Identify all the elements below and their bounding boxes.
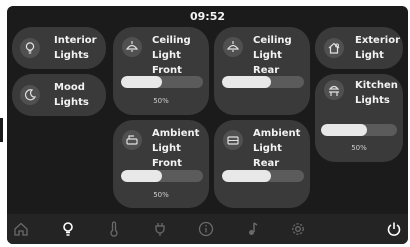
tile-label-line1: Interior (54, 35, 97, 46)
home-icon[interactable] (12, 220, 30, 238)
brightness-slider[interactable] (222, 76, 304, 88)
status-time: 09:52 (189, 10, 225, 23)
tile-label-line1: Kitchen (355, 80, 398, 91)
tile-label-line2: Lights (54, 97, 89, 108)
percent-label: 50% (153, 97, 169, 105)
tile-label-line2: Lights (54, 50, 89, 61)
percent-label: 50% (153, 191, 169, 199)
tile-label-line2: Light Rear (253, 143, 282, 169)
tile-label: Ceiling Light Rear (253, 33, 310, 78)
tile-label-line1: Ceiling (152, 35, 191, 46)
slider-fill (321, 124, 367, 136)
ceiling-lamp-icon (223, 37, 243, 57)
slider-fill (222, 76, 272, 88)
kitchen-lamp-icon (324, 80, 344, 100)
ambient-front-icon (122, 130, 142, 150)
tile-label-line1: Mood (54, 82, 85, 93)
bulb-icon (20, 38, 40, 58)
slider-fill (121, 170, 162, 182)
tile-kitchen-lights[interactable]: Kitchen Lights 50% (315, 74, 403, 162)
tile-ceiling-light-rear[interactable]: Ceiling Light Rear (214, 27, 310, 115)
info-icon[interactable] (197, 220, 215, 238)
music-note-icon[interactable] (243, 220, 261, 238)
tile-label: Ceiling Light Front (152, 33, 209, 78)
tile-ceiling-light-front[interactable]: Ceiling Light Front 50% (113, 27, 209, 115)
tile-mood-lights[interactable]: Mood Lights (12, 74, 106, 116)
brightness-slider[interactable] (121, 76, 203, 88)
tile-label-line2: Light Rear (253, 50, 282, 76)
bottom-nav-bar (7, 214, 408, 244)
tile-label: Ambient Light Rear (253, 126, 310, 171)
power-plug-icon[interactable] (151, 220, 169, 238)
tile-exterior-light[interactable]: Exterior Light (315, 27, 403, 69)
tile-label-line1: Ambient (253, 128, 301, 139)
tile-ambient-light-rear[interactable]: Ambient Light Rear (214, 120, 310, 208)
slider-fill (121, 76, 162, 88)
house-icon (324, 38, 344, 58)
ambient-rear-icon (223, 130, 243, 150)
tile-label: Ambient Light Front (152, 126, 209, 171)
slider-fill (222, 170, 272, 182)
tile-label: Mood Lights (54, 80, 89, 110)
tile-label-line2: Light (355, 50, 384, 61)
tile-label-line2: Light Front (152, 50, 182, 76)
brightness-slider[interactable] (222, 170, 304, 182)
tile-label-line1: Ceiling (253, 35, 292, 46)
tile-label-line2: Lights (355, 95, 390, 106)
thermometer-icon[interactable] (105, 220, 123, 238)
brightness-slider[interactable] (321, 124, 397, 136)
bulb-icon[interactable] (59, 220, 77, 238)
touch-screen: 09:52 Interior Lights Mood Lights Ceilin… (7, 6, 408, 244)
tile-ambient-light-front[interactable]: Ambient Light Front 50% (113, 120, 209, 208)
ceiling-lamp-icon (122, 37, 142, 57)
percent-label: 50% (351, 144, 367, 152)
tile-label-line1: Exterior (355, 35, 401, 46)
tile-interior-lights[interactable]: Interior Lights (12, 27, 106, 69)
power-icon[interactable] (385, 220, 403, 238)
tile-label: Kitchen Lights (355, 78, 398, 108)
bezel-notch (0, 118, 3, 142)
tile-label-line2: Light Front (152, 143, 182, 169)
moon-icon (20, 85, 40, 105)
tile-label-line1: Ambient (152, 128, 200, 139)
settings-gear-icon[interactable] (289, 220, 307, 238)
brightness-slider[interactable] (121, 170, 203, 182)
tile-label: Interior Lights (54, 33, 97, 63)
tile-label: Exterior Light (355, 33, 400, 63)
